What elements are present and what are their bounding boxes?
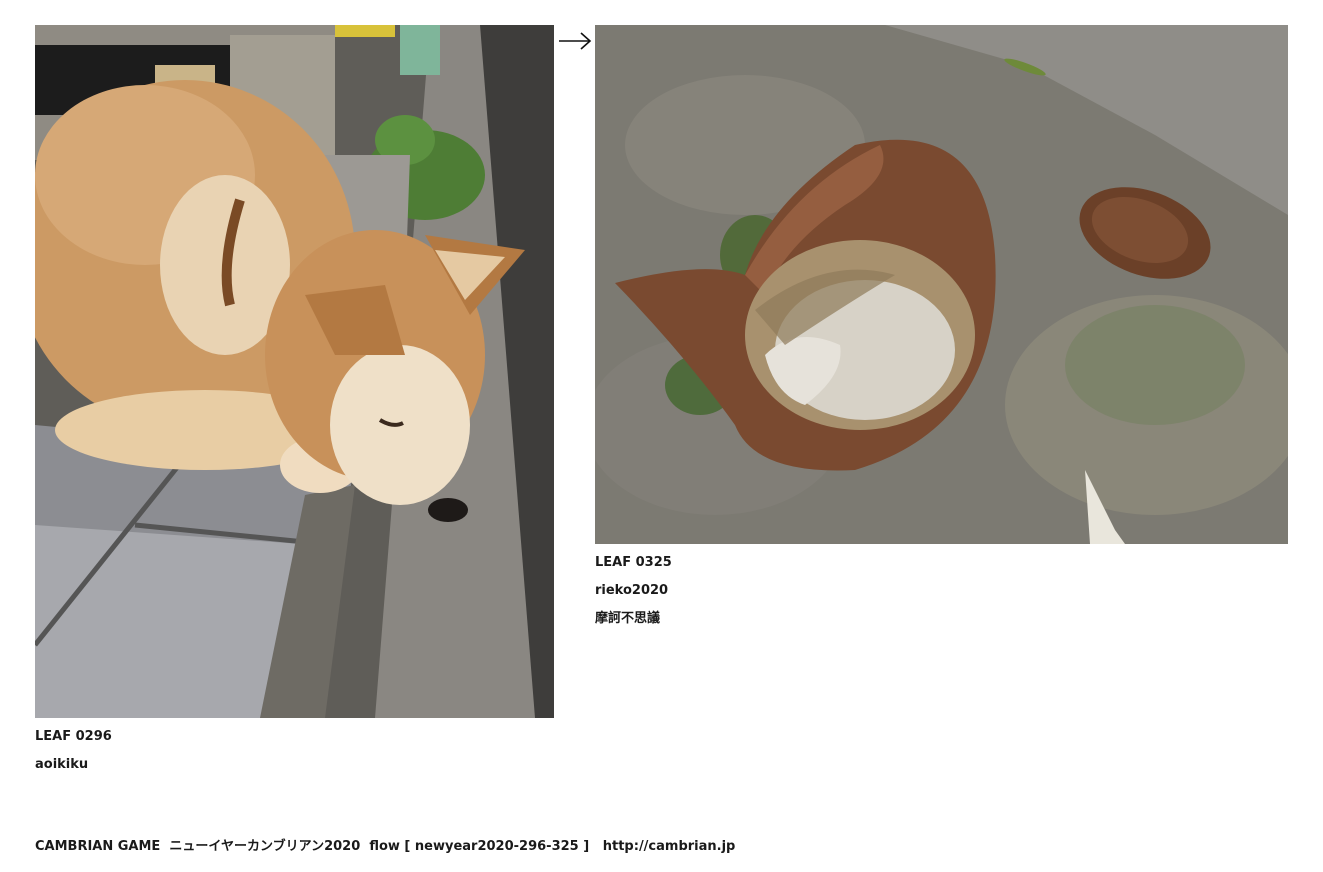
author-name[interactable]: rieko2020	[595, 577, 672, 605]
caption-leaf-0325: LEAF 0325 rieko2020 摩訶不思議	[595, 549, 672, 633]
photo-leaf-0325[interactable]	[595, 25, 1288, 544]
arrow-right-icon[interactable]	[558, 30, 592, 52]
caption-leaf-0296: LEAF 0296 aoikiku	[35, 723, 112, 779]
leaf-title: 摩訶不思議	[595, 611, 661, 626]
site-url-link[interactable]: http://cambrian.jp	[603, 839, 736, 854]
photo-leaf-0296[interactable]	[35, 25, 554, 718]
flow-label: flow [ newyear2020-296-325 ]	[369, 839, 590, 854]
leaf-id-label[interactable]: LEAF 0325	[595, 549, 672, 577]
rusty-bowl-image	[595, 25, 1288, 544]
footer: CAMBRIAN GAME ニューイヤーカンブリアン2020 flow [ ne…	[35, 837, 735, 857]
shiba-dog-image	[35, 25, 554, 718]
game-name-link[interactable]: CAMBRIAN GAME	[35, 839, 160, 854]
author-name[interactable]: aoikiku	[35, 751, 112, 779]
event-name-link[interactable]: ニューイヤーカンブリアン2020	[169, 839, 360, 854]
leaf-id-label[interactable]: LEAF 0296	[35, 723, 112, 751]
